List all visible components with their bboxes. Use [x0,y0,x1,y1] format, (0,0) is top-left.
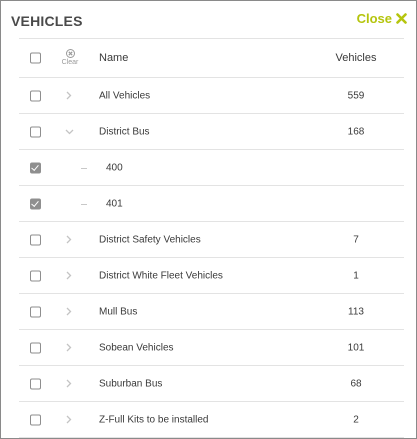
list-item[interactable]: Mull Bus 113 [19,294,404,330]
vehicles-column-header: Vehicles [335,52,377,64]
row-name: District Safety Vehicles [99,234,201,245]
row-count: 559 [347,90,365,101]
row-checkbox[interactable] [30,90,41,101]
row-name: Sobean Vehicles [99,342,174,353]
row-count: 113 [348,306,364,317]
list-item[interactable]: District Bus 168 [19,114,404,150]
close-button[interactable]: Close [357,11,407,26]
chevron-right-icon[interactable] [64,271,74,281]
row-checkbox[interactable] [30,126,41,137]
list-item[interactable]: Sobean Vehicles 101 [19,330,404,366]
list-item[interactable]: District White Fleet Vehicles 1 [19,258,404,294]
row-name: District Bus [99,126,150,137]
tree-dash-icon [81,167,87,169]
list-item[interactable]: All Vehicles 559 [19,78,404,114]
clear-button[interactable]: Clear [59,49,81,67]
row-name: 401 [106,198,123,209]
clear-icon [65,49,75,58]
chevron-right-icon[interactable] [64,235,74,245]
row-name: 400 [106,162,123,173]
row-checkbox[interactable] [30,234,41,245]
row-count: 101 [347,342,365,353]
row-count: 7 [353,234,359,245]
chevron-right-icon[interactable] [64,343,74,353]
vehicle-list: Clear Name Vehicles All Vehicles 559 Distr… [19,38,404,439]
panel-header: VEHICLES Close [1,1,416,37]
row-count: 1 [353,270,359,281]
row-checkbox[interactable] [30,342,41,353]
vehicles-panel: VEHICLES Close Clear Name Vehicles All V… [0,0,417,439]
list-item-child[interactable]: 400 [19,150,404,186]
chevron-down-icon[interactable] [64,127,74,137]
tree-dash-icon [81,203,87,205]
list-item-child[interactable]: 401 [19,186,404,222]
chevron-right-icon[interactable] [64,379,74,389]
row-name: All Vehicles [99,90,151,101]
row-count: 68 [350,378,362,389]
row-name: Suburban Bus [99,378,163,389]
row-count: 168 [347,126,365,137]
row-count: 2 [353,414,359,425]
chevron-right-icon[interactable] [64,91,74,101]
row-checkbox[interactable] [30,198,41,209]
chevron-right-icon[interactable] [64,415,74,425]
row-checkbox[interactable] [30,162,41,173]
row-name: Z-Full Kits to be installed [99,414,209,425]
select-all-checkbox[interactable] [30,52,41,64]
close-icon [396,13,407,24]
list-item[interactable]: Z-Full Kits to be installed 2 [19,402,404,438]
list-item[interactable]: Suburban Bus 68 [19,366,404,402]
row-name: Mull Bus [99,306,138,317]
row-checkbox[interactable] [30,378,41,389]
row-name: District White Fleet Vehicles [99,270,223,281]
list-header: Clear Name Vehicles [19,39,404,78]
chevron-right-icon[interactable] [64,307,74,317]
row-checkbox[interactable] [30,414,41,425]
row-checkbox[interactable] [30,270,41,281]
name-column-header: Name [99,52,129,64]
row-checkbox[interactable] [30,306,41,317]
panel-title: VEHICLES [11,13,83,29]
close-label: Close [356,11,392,26]
list-item[interactable]: District Safety Vehicles 7 [19,222,404,258]
clear-label: Clear [61,59,79,66]
